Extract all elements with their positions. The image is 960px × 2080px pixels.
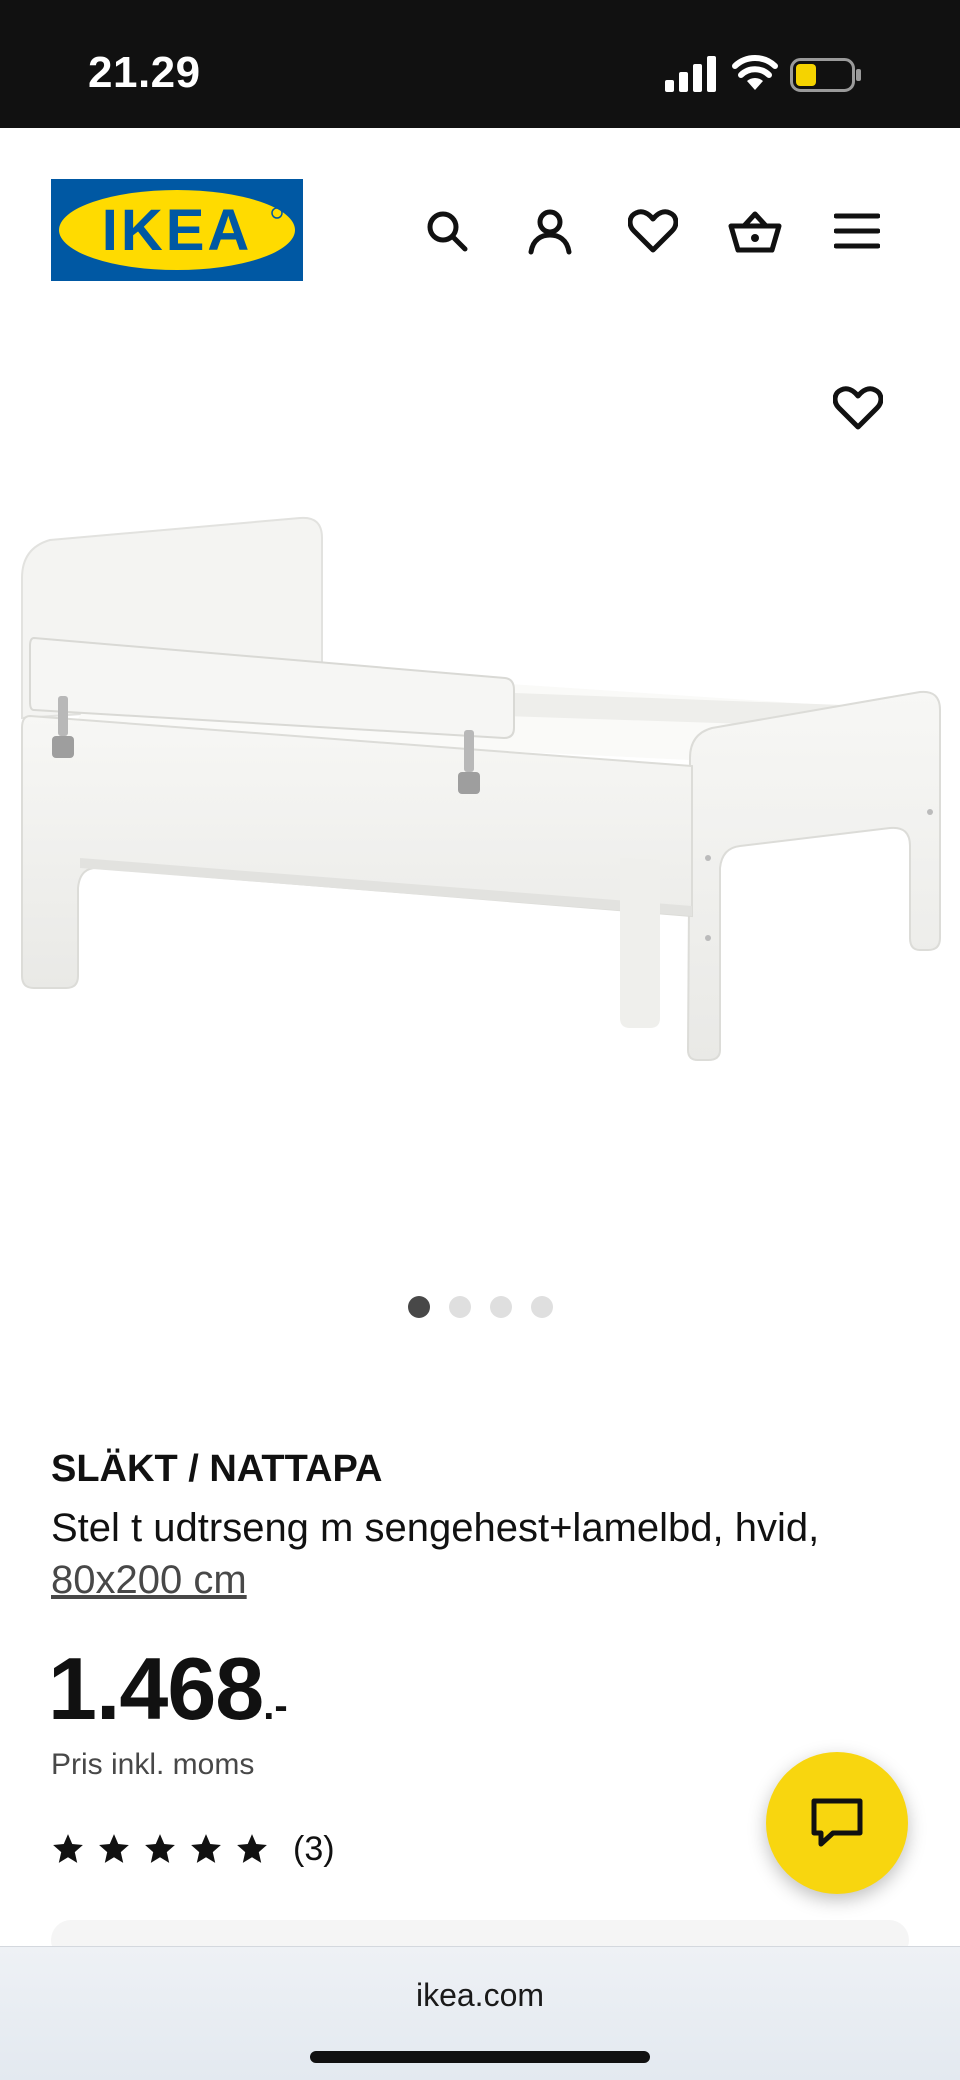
add-to-favorites-button[interactable] [828,378,888,438]
product-size-link[interactable]: 80x200 cm [51,1558,247,1602]
chat-button[interactable] [766,1752,908,1894]
ikea-logo[interactable]: IKEA [51,179,303,281]
wifi-icon [732,55,778,90]
star-icon [237,1834,267,1863]
basket-icon[interactable] [728,204,782,258]
carousel-dot-1[interactable] [408,1296,430,1318]
svg-text:IKEA: IKEA [102,198,253,263]
price-main: 1.468 [48,1639,264,1738]
product-image[interactable] [0,298,960,1318]
status-time: 21.29 [88,48,201,97]
search-icon[interactable] [420,204,474,258]
favorites-icon[interactable] [626,204,680,258]
status-bar: 21.29 [0,0,960,128]
product-description-text: Stel t udtrseng m sengehest+lamelbd, hvi… [51,1506,820,1550]
product-description: Stel t udtrseng m sengehest+lamelbd, hvi… [51,1502,911,1606]
star-icon [145,1834,175,1863]
signal-icon [665,56,716,92]
star-icon [53,1834,83,1863]
star-icon [99,1834,129,1863]
url-text[interactable]: ikea.com [0,1977,960,2014]
chat-icon [811,1798,863,1847]
product-name: SLÄKT / NATTAPA [51,1448,383,1490]
price: 1.468.- [48,1638,288,1740]
rating-count: (3) [293,1830,335,1868]
carousel-dot-4[interactable] [531,1296,553,1318]
account-icon[interactable] [523,204,577,258]
price-suffix: .- [263,1684,288,1728]
site-header: IKEA [0,128,960,298]
star-icon [191,1834,221,1863]
carousel-dot-2[interactable] [449,1296,471,1318]
bed-illustration [21,516,941,1061]
carousel-dot-3[interactable] [490,1296,512,1318]
browser-address-bar[interactable]: ikea.com [0,1946,960,2080]
battery-icon [790,58,861,92]
price-note: Pris inkl. moms [51,1748,255,1781]
home-indicator[interactable] [310,2051,650,2063]
heart-icon [833,386,883,430]
menu-icon[interactable] [830,204,884,258]
